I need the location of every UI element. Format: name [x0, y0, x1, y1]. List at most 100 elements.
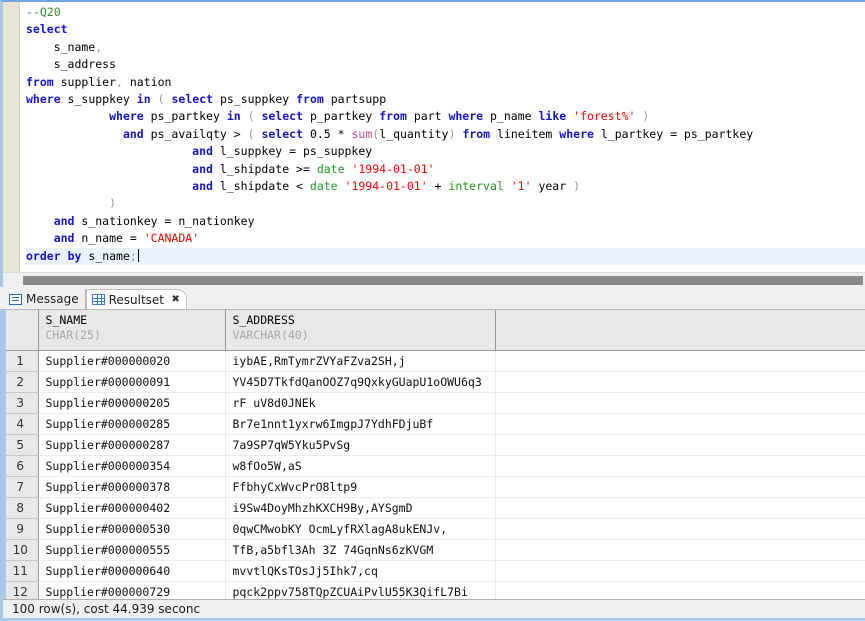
row-number[interactable]: 10	[3, 539, 39, 561]
code-line: and ps_availqty > ( select 0.5 * sum(l_q…	[122, 126, 754, 141]
code-line: and s_nationkey = n_nationkey	[53, 213, 255, 228]
cell-s-address[interactable]: Br7e1nnt1yxrw6ImgpJ7YdhFDjuBf	[225, 413, 496, 435]
editor-horizontal-scrollbar[interactable]	[3, 272, 865, 287]
code-line: and l_shipdate < date '1994-01-01' + int…	[192, 179, 580, 194]
table-row[interactable]: 7 Supplier#000000378 FfbhyCxWvcPrO8ltp9	[3, 476, 865, 498]
cell-s-address[interactable]: 7a9SP7qW5Yku5PvSg	[225, 434, 496, 456]
code-line-current: order by s_name;	[26, 247, 865, 266]
table-row[interactable]: 11 Supplier#000000640 mvvtlQKsTOsJj5Ihk7,c…	[3, 560, 865, 582]
code-line: and l_shipdate >= date '1994-01-01'	[192, 161, 435, 176]
row-number[interactable]: 3	[3, 392, 39, 414]
row-number[interactable]: 1	[3, 350, 39, 372]
cell-s-name[interactable]: Supplier#000000555	[38, 539, 226, 561]
cell-empty	[495, 434, 865, 456]
code-line: --Q20	[26, 5, 61, 19]
cell-empty	[495, 371, 865, 393]
column-header-rownum[interactable]	[3, 310, 39, 351]
table-header: S_NAME CHAR(25) S_ADDRESS VARCHAR(40)	[3, 310, 865, 351]
column-name: S_NAME	[45, 313, 88, 327]
table-body: 1 Supplier#000000020 iybAE,RmTymrZVYaFZva2…	[3, 350, 865, 599]
cell-s-name[interactable]: Supplier#000000354	[38, 455, 226, 477]
column-type: CHAR(25)	[45, 328, 101, 342]
cell-s-name[interactable]: Supplier#000000205	[38, 392, 226, 414]
code-line: and n_name = 'CANADA'	[53, 231, 200, 246]
table-row[interactable]: 8 Supplier#000000402 i9Sw4DoyMhzhKXCH9By,A…	[3, 497, 865, 519]
code-line: s_name,	[26, 39, 103, 54]
message-icon	[9, 293, 22, 305]
cell-empty	[495, 581, 865, 599]
row-number[interactable]: 9	[3, 518, 39, 540]
column-name: S_ADDRESS	[232, 313, 295, 327]
cell-s-address[interactable]: iybAE,RmTymrZVYaFZva2SH,j	[225, 350, 496, 372]
cell-s-address[interactable]: YV45D7TkfdQanOOZ7q9QxkyGUapU1oOWU6q3	[225, 371, 496, 393]
cell-s-address[interactable]: rF uV8d0JNEk	[225, 392, 496, 414]
row-number[interactable]: 12	[3, 581, 39, 599]
tab-resultset[interactable]: Resultset ✖	[85, 289, 188, 309]
table-row[interactable]: 2 Supplier#000000091 YV45D7TkfdQanOOZ7q9Qx…	[3, 371, 865, 393]
cell-s-name[interactable]: Supplier#000000287	[38, 434, 226, 456]
cell-s-address[interactable]: FfbhyCxWvcPrO8ltp9	[225, 476, 496, 498]
cell-empty	[495, 392, 865, 414]
cell-s-name[interactable]: Supplier#000000285	[38, 413, 226, 435]
code-area[interactable]: --Q20 select s_name, s_address from suppli…	[20, 2, 865, 272]
editor-body: --Q20 select s_name, s_address from suppli…	[3, 2, 865, 272]
column-header-s-address[interactable]: S_ADDRESS VARCHAR(40)	[225, 310, 496, 351]
cell-s-name[interactable]: Supplier#000000530	[38, 518, 226, 540]
cell-s-name[interactable]: Supplier#000000402	[38, 497, 226, 519]
cell-empty	[495, 413, 865, 435]
code-line: where ps_partkey in ( select p_partkey f…	[109, 109, 650, 124]
table-row[interactable]: 6 Supplier#000000354 w8fOo5W,aS	[3, 455, 865, 477]
cell-empty	[495, 539, 865, 561]
row-number[interactable]: 8	[3, 497, 39, 519]
sql-editor-pane: --Q20 select s_name, s_address from suppli…	[0, 0, 865, 287]
editor-gutter	[3, 2, 20, 272]
tab-message-label: Message	[26, 292, 79, 306]
cell-s-address[interactable]: pqck2ppv758TQpZCUAiPvlU55K3QifL7Bi	[225, 581, 496, 599]
code-line: where s_suppkey in ( select ps_suppkey f…	[26, 92, 387, 107]
cell-s-address[interactable]: i9Sw4DoyMhzhKXCH9By,AYSgmD	[225, 497, 496, 519]
row-number[interactable]: 4	[3, 413, 39, 435]
code-line: and l_suppkey = ps_suppkey	[192, 144, 373, 159]
cell-s-address[interactable]: w8fOo5W,aS	[225, 455, 496, 477]
row-number[interactable]: 2	[3, 371, 39, 393]
tab-message[interactable]: Message	[4, 289, 86, 309]
cell-empty	[495, 350, 865, 372]
cell-s-address[interactable]: TfB,a5bfl3Ah 3Z 74GqnNs6zKVGM	[225, 539, 496, 561]
table-row[interactable]: 10 Supplier#000000555 TfB,a5bfl3Ah 3Z 74Gq…	[3, 539, 865, 561]
scrollbar-thumb[interactable]	[23, 276, 863, 285]
row-number[interactable]: 11	[3, 560, 39, 582]
cell-s-name[interactable]: Supplier#000000091	[38, 371, 226, 393]
row-number[interactable]: 7	[3, 476, 39, 498]
cell-s-address[interactable]: 0qwCMwobKY OcmLyfRXlagA8ukENJv,	[225, 518, 496, 540]
cell-s-name[interactable]: Supplier#000000020	[38, 350, 226, 372]
cell-empty	[495, 455, 865, 477]
code-line: )	[109, 196, 117, 211]
header-row: S_NAME CHAR(25) S_ADDRESS VARCHAR(40)	[3, 310, 865, 351]
sql-code[interactable]: --Q20 select s_name, s_address from suppli…	[20, 2, 865, 266]
cell-s-name[interactable]: Supplier#000000729	[38, 581, 226, 599]
cell-empty	[495, 518, 865, 540]
table-row[interactable]: 5 Supplier#000000287 7a9SP7qW5Yku5PvSg	[3, 434, 865, 456]
grid-icon	[91, 294, 105, 305]
cell-s-address[interactable]: mvvtlQKsTOsJj5Ihk7,cq	[225, 560, 496, 582]
tab-resultset-label: Resultset	[108, 292, 165, 307]
table-row[interactable]: 1 Supplier#000000020 iybAE,RmTymrZVYaFZva2…	[3, 350, 865, 372]
cell-empty	[495, 560, 865, 582]
code-line: from supplier, nation	[26, 74, 172, 89]
cell-empty	[495, 497, 865, 519]
close-icon[interactable]: ✖	[170, 294, 181, 305]
cell-s-name[interactable]: Supplier#000000378	[38, 476, 226, 498]
table-row[interactable]: 3 Supplier#000000205 rF uV8d0JNEk	[3, 392, 865, 414]
table-row[interactable]: 4 Supplier#000000285 Br7e1nnt1yxrw6ImgpJ7Y…	[3, 413, 865, 435]
results-tabbar: Message Resultset ✖	[0, 287, 865, 309]
row-number[interactable]: 6	[3, 455, 39, 477]
column-header-s-name[interactable]: S_NAME CHAR(25)	[38, 310, 226, 351]
cell-s-name[interactable]: Supplier#000000640	[38, 560, 226, 582]
column-header-empty	[495, 310, 865, 351]
table-row[interactable]: 9 Supplier#000000530 0qwCMwobKY OcmLyfRXla…	[3, 518, 865, 540]
table-row[interactable]: 12 Supplier#000000729 pqck2ppv758TQpZCUAiP…	[3, 581, 865, 599]
status-bar: 100 row(s), cost 44.939 seconc	[0, 599, 865, 621]
code-line: s_address	[26, 57, 117, 72]
resultset-grid-pane[interactable]: S_NAME CHAR(25) S_ADDRESS VARCHAR(40) 1S…	[0, 309, 865, 599]
row-number[interactable]: 5	[3, 434, 39, 456]
